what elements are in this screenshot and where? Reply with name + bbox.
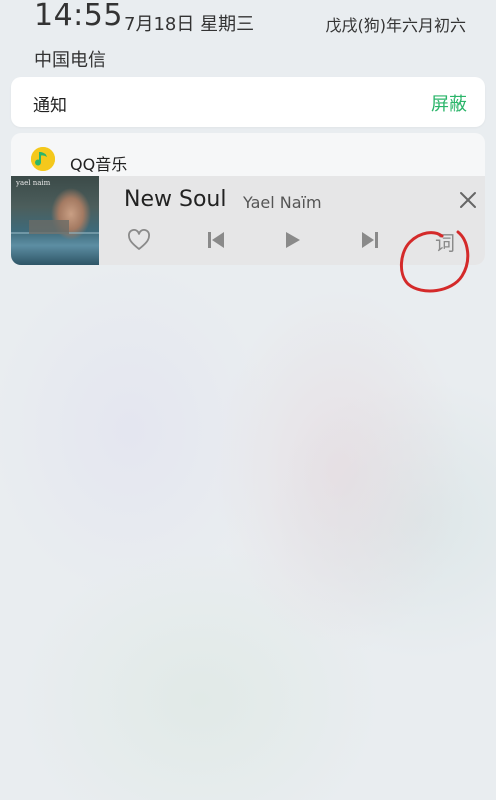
skip-next-icon[interactable] xyxy=(360,229,380,251)
album-art-boat xyxy=(29,220,69,234)
song-artist: Yael Naïm xyxy=(243,193,322,212)
status-bar: 14:55 7月18日 星期三 戊戌(狗)年六月初六 中国电信 xyxy=(0,0,496,80)
date-text: 7月18日 星期三 xyxy=(124,14,255,35)
lunar-date-text: 戊戌(狗)年六月初六 xyxy=(325,16,467,35)
close-icon[interactable] xyxy=(459,191,477,209)
app-name: QQ音乐 xyxy=(70,155,128,174)
qq-music-app-icon xyxy=(31,147,55,171)
notification-title: 通知 xyxy=(33,96,67,116)
album-art-text: yael naim xyxy=(16,179,51,187)
app-header: QQ音乐 xyxy=(11,133,485,177)
clock-time: 14:55 xyxy=(34,0,123,33)
skip-previous-icon[interactable] xyxy=(206,229,226,251)
album-art[interactable]: yael naim xyxy=(11,176,99,265)
song-title: New Soul xyxy=(124,187,227,212)
red-circle-annotation xyxy=(400,230,470,293)
play-icon[interactable] xyxy=(284,229,302,251)
block-button[interactable]: 屏蔽 xyxy=(431,90,467,116)
notification-header-card: 通知 屏蔽 xyxy=(11,77,485,127)
carrier-name: 中国电信 xyxy=(34,50,106,71)
heart-icon[interactable] xyxy=(127,229,151,251)
